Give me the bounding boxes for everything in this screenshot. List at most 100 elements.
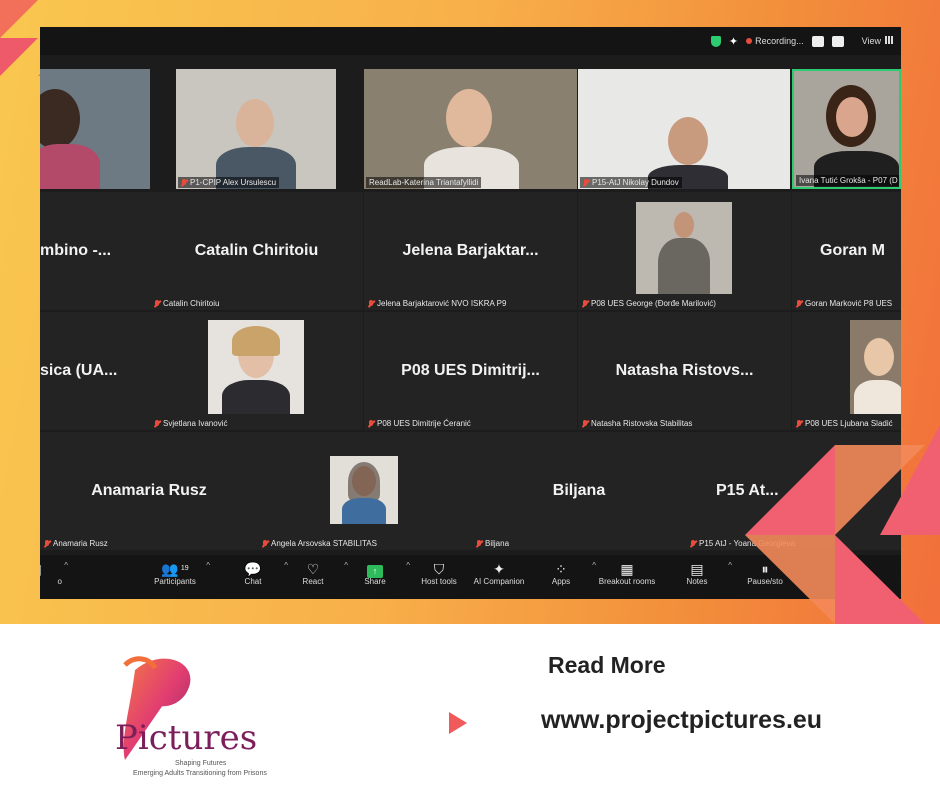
participant-label: Natasha Ristovska Stabilitas	[582, 419, 692, 428]
video-tile-active-speaker[interactable]: Ivana Tutić Grokša - P07 (D	[792, 69, 901, 189]
muted-mic-icon	[181, 178, 187, 187]
chevron-up-icon[interactable]: ^	[64, 561, 68, 570]
participants-button[interactable]: 👥 19 Participants ^	[140, 561, 210, 586]
participant-video	[176, 69, 336, 189]
footer: Pictures Shaping Futures Emerging Adults…	[0, 624, 940, 788]
muted-mic-icon	[582, 299, 588, 308]
participant-tile[interactable]: Catalin Chiritoiu Catalin Chiritoiu	[150, 192, 363, 310]
participant-tile[interactable]: Natasha Ristovs... Natasha Ristovska Sta…	[578, 312, 791, 430]
chevron-up-icon[interactable]: ^	[206, 561, 210, 570]
stop-recording-icon[interactable]	[831, 35, 844, 47]
recording-label: Recording...	[755, 36, 804, 46]
participant-tile[interactable]: Svjetlana Ivanović	[150, 312, 363, 430]
deco-triangle-br-3	[745, 535, 835, 624]
participant-tile[interactable]: Goran M Goran Marković P8 UES	[792, 192, 901, 310]
participant-tile[interactable]: sica (UA...	[40, 312, 150, 430]
apps-button[interactable]: ⁘ Apps ^	[526, 561, 596, 586]
participant-label: Angela Arsovska STABILITAS	[262, 539, 377, 548]
muted-mic-icon	[476, 539, 482, 548]
participant-name: Jelena Barjaktar...	[402, 242, 539, 259]
muted-mic-icon	[583, 178, 589, 187]
participant-video	[794, 71, 899, 187]
audio-button[interactable]: ▮ o ^	[40, 561, 68, 586]
logo-subtagline: Emerging Adults Transitioning from Priso…	[133, 770, 267, 777]
video-tile[interactable]: P15-AtJ Nikolay Dundov	[578, 69, 790, 189]
participant-photo	[850, 320, 901, 414]
breakout-rooms-button[interactable]: ▦ Breakout rooms	[592, 561, 662, 586]
deco-triangle-top-left-3	[0, 38, 38, 76]
participant-photo	[208, 320, 304, 414]
video-tile[interactable]	[40, 69, 150, 189]
muted-mic-icon	[368, 299, 374, 308]
participant-tile[interactable]: Jelena Barjaktar... Jelena Barjaktarović…	[364, 192, 577, 310]
pictures-logo[interactable]: Pictures Shaping Futures Emerging Adults…	[95, 650, 295, 780]
participant-tile[interactable]: Anamaria Rusz Anamaria Rusz	[40, 432, 258, 550]
muted-mic-icon	[44, 539, 50, 548]
participant-label: P08 UES George (Đorđe Marilović)	[582, 299, 716, 308]
muted-mic-icon	[582, 419, 588, 428]
participant-video	[578, 69, 790, 189]
ai-companion-button[interactable]: ✦ AI Companion	[464, 561, 534, 586]
muted-mic-icon	[796, 299, 802, 308]
ai-companion-icon: ✦	[493, 561, 505, 577]
grid-icon	[885, 36, 893, 44]
notes-label: Notes	[686, 577, 708, 586]
notes-button[interactable]: ▤ Notes ^	[662, 561, 732, 586]
breakout-label: Breakout rooms	[598, 577, 656, 586]
participant-label: Catalin Chiritoiu	[154, 299, 219, 308]
participants-icon: 👥	[161, 561, 179, 577]
zoom-topbar: ✦ Recording... View	[40, 27, 901, 55]
participant-video	[40, 69, 150, 189]
view-button[interactable]: View	[862, 36, 893, 46]
muted-mic-icon	[154, 419, 160, 428]
record-dot-icon	[746, 38, 753, 44]
website-link[interactable]: www.projectpictures.eu	[541, 706, 822, 735]
view-label: View	[861, 36, 881, 46]
participant-tile[interactable]: Angela Arsovska STABILITAS	[258, 432, 472, 550]
share-button[interactable]: ↑ Share ^	[340, 561, 410, 586]
muted-mic-icon	[368, 419, 374, 428]
banner: ✦ Recording... View P1-CPIP Alex Ursules…	[0, 0, 940, 624]
participant-tile[interactable]: P08 UES George (Đorđe Marilović)	[578, 192, 791, 310]
notes-icon: ▤	[690, 561, 704, 577]
logo-tagline: Shaping Futures	[175, 760, 227, 767]
participants-label: Participants	[154, 577, 196, 586]
participant-name: P08 UES Dimitrij...	[401, 362, 540, 379]
participant-video	[364, 69, 577, 189]
audio-label: o	[57, 577, 62, 586]
pause-recording-icon[interactable]	[811, 35, 824, 47]
participant-tile[interactable]: P08 UES Ljubana Sladić	[792, 312, 901, 430]
muted-mic-icon	[262, 539, 268, 548]
participant-label: ReadLab-Katerina Triantafyllidi	[366, 177, 482, 188]
logo-wordmark: Pictures	[115, 718, 258, 758]
deco-triangle-top-left	[0, 0, 38, 38]
video-tile[interactable]: ReadLab-Katerina Triantafyllidi	[364, 69, 577, 189]
participant-tile[interactable]: Biljana Biljana	[472, 432, 686, 550]
participant-tile[interactable]: P08 UES Dimitrij... P08 UES Dimitrije Će…	[364, 312, 577, 430]
recording-indicator[interactable]: Recording...	[746, 36, 804, 46]
deco-triangle-br-1	[745, 445, 835, 535]
participant-name: Catalin Chiritoiu	[194, 242, 319, 259]
participant-name: Biljana	[552, 482, 606, 499]
participant-name: sica (UA...	[40, 362, 118, 379]
muted-mic-icon	[154, 299, 160, 308]
participant-label: Anamaria Rusz	[44, 539, 108, 548]
participant-photo	[636, 202, 732, 294]
deco-triangle-right	[880, 425, 940, 535]
breakout-grid-icon: ▦	[620, 561, 634, 577]
play-arrow-icon	[449, 712, 467, 734]
participant-tile[interactable]: mbino -...	[40, 192, 150, 310]
ai-spark-icon[interactable]: ✦	[729, 35, 738, 48]
participant-label: P1-CPIP Alex Ursulescu	[178, 177, 280, 188]
participants-count: 19	[180, 565, 189, 572]
shield-icon[interactable]	[710, 35, 721, 47]
participant-label: Svjetlana Ivanović	[154, 419, 227, 428]
muted-mic-icon	[690, 539, 696, 548]
participant-label: Jelena Barjaktarović NVO ISKRA P9	[368, 299, 506, 308]
video-tile[interactable]: P1-CPIP Alex Ursulescu	[176, 69, 336, 189]
react-button[interactable]: ♡ React ^	[278, 561, 348, 586]
participant-name: Natasha Ristovs...	[615, 362, 754, 379]
heart-icon: ♡	[306, 561, 320, 577]
participant-label: Ivana Tutić Grokša - P07 (D	[796, 175, 899, 186]
share-label: Share	[364, 577, 386, 586]
